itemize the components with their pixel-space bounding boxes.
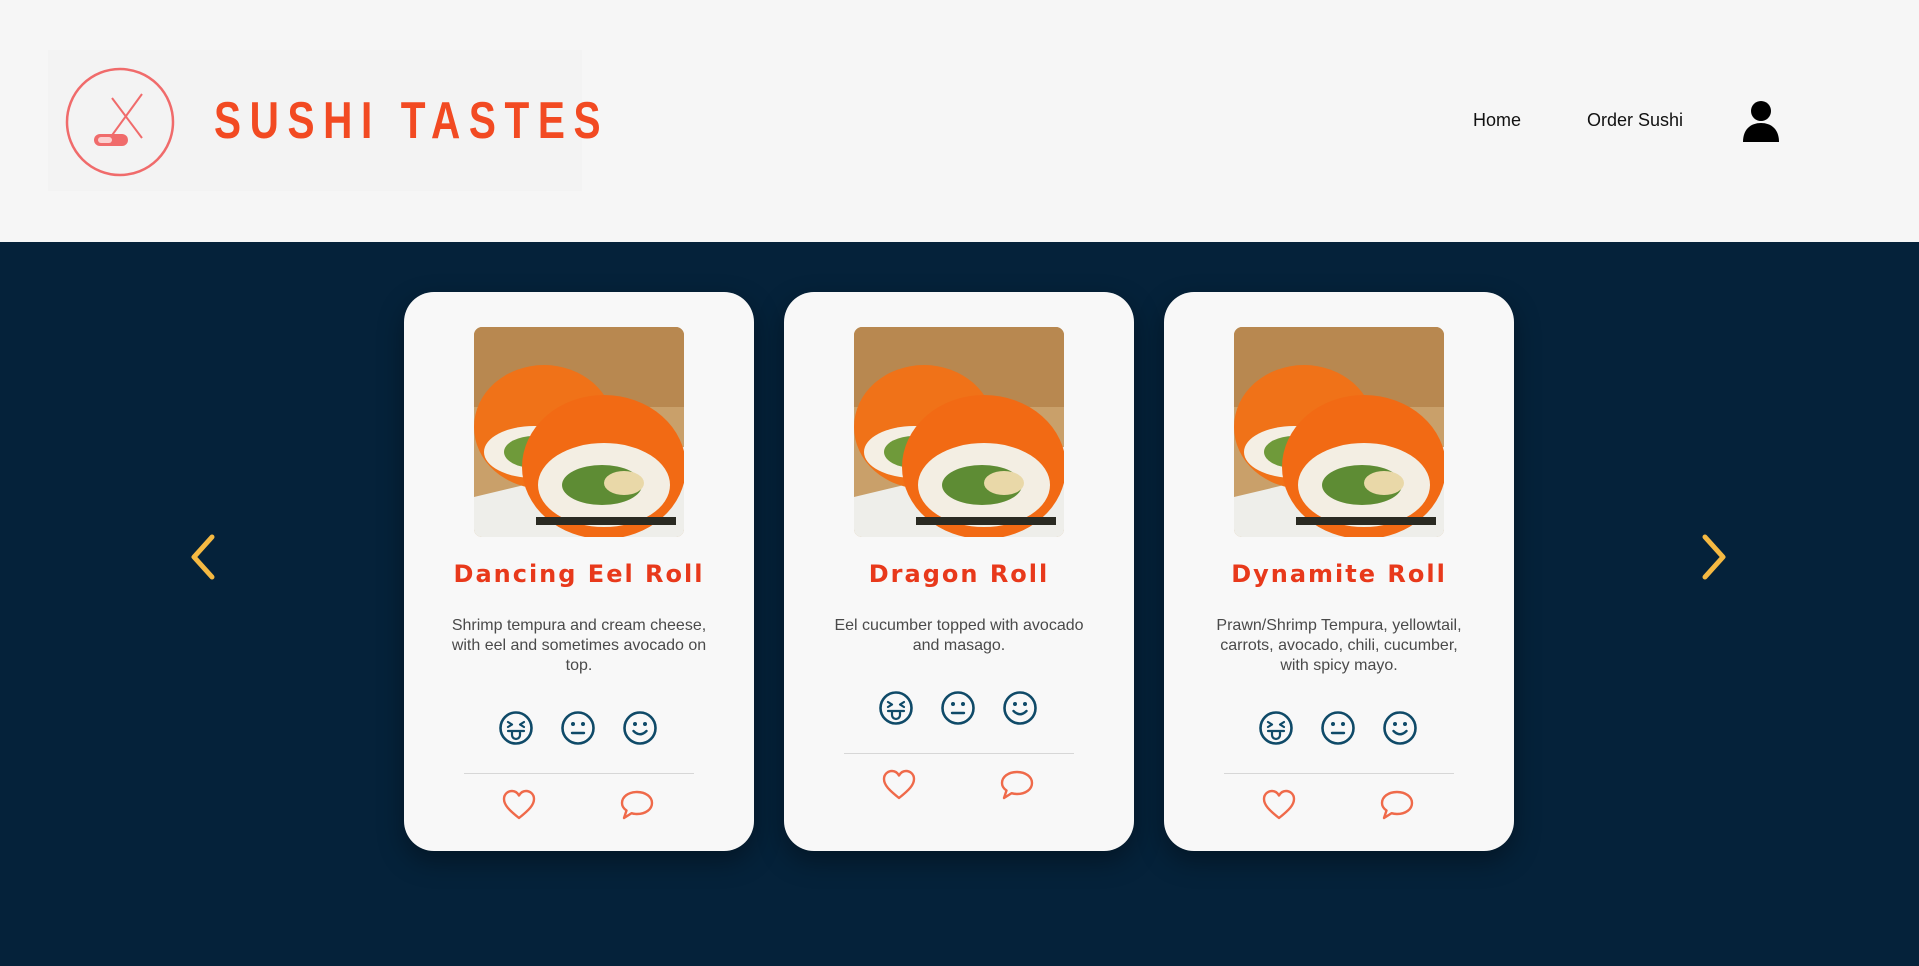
chevron-right-icon[interactable] xyxy=(1697,532,1731,582)
smiling-face-icon[interactable] xyxy=(1002,690,1038,726)
sushi-card: Dragon Roll Eel cucumber topped with avo… xyxy=(784,292,1134,851)
carousel-section: Dancing Eel Roll Shrimp tempura and crea… xyxy=(0,242,1919,966)
rating-options xyxy=(1258,710,1420,746)
comment-icon[interactable] xyxy=(999,769,1035,801)
comment-icon[interactable] xyxy=(619,789,655,821)
rating-options xyxy=(498,710,660,746)
neutral-face-icon[interactable] xyxy=(940,690,976,726)
sushi-card: Dynamite Roll Prawn/Shrimp Tempura, yell… xyxy=(1164,292,1514,851)
sushi-card: Dancing Eel Roll Shrimp tempura and crea… xyxy=(404,292,754,851)
site-header: SUSHI TASTES Home Order Sushi xyxy=(0,0,1919,242)
nav-order-sushi-link[interactable]: Order Sushi xyxy=(1587,110,1683,131)
sushi-title: Dynamite Roll xyxy=(1231,560,1447,588)
brand-name: SUSHI TASTES xyxy=(214,92,610,150)
sushi-title: Dragon Roll xyxy=(868,560,1050,588)
sushi-title: Dancing Eel Roll xyxy=(453,560,705,588)
heart-icon[interactable] xyxy=(1261,789,1297,821)
comment-icon[interactable] xyxy=(1379,789,1415,821)
card-actions xyxy=(784,769,1134,803)
chevron-left-icon[interactable] xyxy=(186,532,220,582)
heart-icon[interactable] xyxy=(501,789,537,821)
card-divider xyxy=(464,773,694,774)
neutral-face-icon[interactable] xyxy=(1320,710,1356,746)
heart-icon[interactable] xyxy=(881,769,917,801)
sushi-description: Prawn/Shrimp Tempura, yellowtail, carrot… xyxy=(1216,617,1462,674)
smiling-face-icon[interactable] xyxy=(1382,710,1418,746)
sushi-chopsticks-icon xyxy=(65,67,175,177)
smiling-face-icon[interactable] xyxy=(622,710,658,746)
nav-home-link[interactable]: Home xyxy=(1473,110,1521,131)
card-actions xyxy=(1164,789,1514,823)
sushi-description: Shrimp tempura and cream cheese, with ee… xyxy=(451,617,707,674)
sushi-image xyxy=(854,327,1064,537)
card-divider xyxy=(844,753,1074,754)
disgusted-face-icon[interactable] xyxy=(878,690,914,726)
disgusted-face-icon[interactable] xyxy=(1258,710,1294,746)
neutral-face-icon[interactable] xyxy=(560,710,596,746)
sushi-image xyxy=(1234,327,1444,537)
sushi-image xyxy=(474,327,684,537)
logo[interactable]: SUSHI TASTES xyxy=(48,50,601,191)
sushi-description: Eel cucumber topped with avocado and mas… xyxy=(834,617,1084,654)
rating-options xyxy=(878,690,1040,726)
card-actions xyxy=(404,789,754,823)
disgusted-face-icon[interactable] xyxy=(498,710,534,746)
user-icon[interactable] xyxy=(1742,100,1780,142)
card-divider xyxy=(1224,773,1454,774)
